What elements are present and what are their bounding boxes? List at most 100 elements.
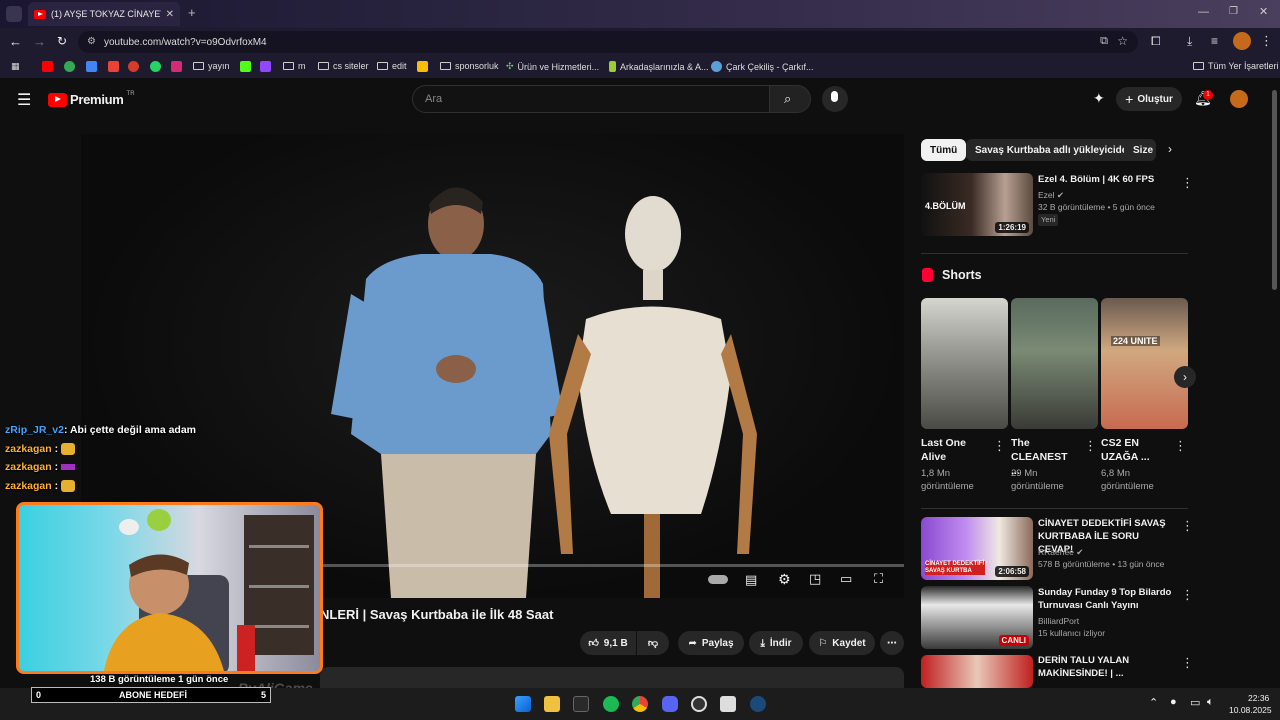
bookmark-m[interactable]: m <box>283 61 306 71</box>
autoplay-toggle[interactable] <box>708 575 728 584</box>
short-thumbnail[interactable]: 224 UNITE <box>1101 298 1188 429</box>
search-input[interactable]: Ara <box>412 85 770 113</box>
fullscreen-icon[interactable]: ⛶ <box>874 571 883 587</box>
bookmark-maps[interactable] <box>64 61 75 72</box>
close-tab-icon[interactable]: ✕ <box>166 9 174 20</box>
more-options-icon[interactable] <box>1181 518 1194 534</box>
file-explorer-icon[interactable] <box>544 696 560 712</box>
bookmark-drive[interactable] <box>417 61 428 72</box>
video-thumbnail[interactable]: CİNAYET DEDEKTİFİ SAVAŞ KURTBA 2:06:58 <box>921 517 1033 580</box>
video-title[interactable]: DERİN TALU YALAN MAKİNESİNDE! | ... <box>1038 654 1173 680</box>
channel-name[interactable]: BilliardPort <box>1038 615 1079 627</box>
bookmark-whatsapp[interactable] <box>150 61 161 72</box>
install-icon[interactable]: ⧉ <box>1100 35 1108 48</box>
forward-icon[interactable]: → <box>33 34 46 49</box>
hamburger-menu-icon[interactable]: ☰ <box>17 90 31 110</box>
bookmark-translate[interactable] <box>86 61 97 72</box>
tray-chevron-icon[interactable]: ⌃ <box>1149 696 1158 709</box>
shorts-next-button[interactable]: › <box>1174 366 1196 388</box>
bookmark-kick[interactable] <box>240 61 251 72</box>
reload-icon[interactable]: ↻ <box>57 34 67 48</box>
channel-name[interactable]: RRaenee ✔ <box>1038 546 1083 558</box>
tray-mic-icon[interactable]: ● <box>1170 696 1177 708</box>
theater-mode-icon[interactable]: ▭ <box>840 571 852 587</box>
new-tab-button[interactable]: + <box>188 5 196 20</box>
bookmark-gmail[interactable] <box>108 61 119 72</box>
more-options-icon[interactable] <box>1181 587 1194 603</box>
bookmark-star-icon[interactable]: ☆ <box>1117 34 1128 48</box>
media-icon[interactable]: ≡ <box>1211 34 1218 48</box>
youtube-premium-logo[interactable]: Premium TR <box>48 91 135 107</box>
more-options-icon[interactable] <box>1181 175 1194 191</box>
site-info-icon[interactable]: ⚙ <box>87 36 96 47</box>
channel-name[interactable]: Ezel ✔ <box>1038 189 1064 201</box>
address-bar[interactable]: ⚙ youtube.com/watch?v=o9OdvrfoxM4 ⧉ ☆ <box>78 31 1138 53</box>
bookmark-arkadas[interactable]: Arkadaşlarınızla & A... <box>609 61 709 72</box>
all-bookmarks[interactable]: Tüm Yer İşaretleri <box>1193 61 1279 71</box>
video-title[interactable]: Sunday Funday 9 Top Bilardo Turnuvası Ca… <box>1038 586 1173 612</box>
bookmark-youtube[interactable] <box>42 61 53 72</box>
obs-icon[interactable] <box>691 696 707 712</box>
discord-icon[interactable] <box>662 696 678 712</box>
tab-search-button[interactable] <box>6 6 22 22</box>
ai-sparkle-icon[interactable]: ✦ <box>1093 90 1105 107</box>
voice-search-button[interactable] <box>822 86 848 112</box>
chip-all[interactable]: Tümü <box>921 139 967 161</box>
chip-for-you[interactable]: Size <box>1124 139 1156 161</box>
miniplayer-icon[interactable]: ◳ <box>809 571 821 587</box>
chip-uploader[interactable]: Savaş Kurtbaba adlı yükleyiciden <box>966 139 1143 161</box>
close-window-button[interactable]: ✕ <box>1259 5 1268 18</box>
download-icon[interactable]: ⤓ <box>1187 34 1192 49</box>
video-thumbnail[interactable] <box>921 655 1033 688</box>
browser-menu-icon[interactable]: ⋮ <box>1260 33 1273 49</box>
bookmark-yayin[interactable]: yayın <box>193 61 230 71</box>
bookmark-sponsorluk[interactable]: sponsorluk <box>440 61 499 71</box>
video-thumbnail[interactable]: CANLI <box>921 586 1033 649</box>
video-thumbnail[interactable]: 4.BÖLÜM 1:26:19 <box>921 173 1033 236</box>
browser-tab[interactable]: (1) AYŞE TOKYAZ CİNAYETİNİN ✕ <box>28 2 180 26</box>
apps-icon[interactable]: ▦ <box>11 61 20 72</box>
spotify-icon[interactable] <box>603 696 619 712</box>
bookmark-edit[interactable]: edit <box>377 61 407 71</box>
share-button[interactable]: ➦ Paylaş <box>678 631 744 655</box>
short-thumbnail[interactable] <box>921 298 1008 429</box>
maximize-button[interactable]: ❐ <box>1229 6 1238 17</box>
bookmark-instagram[interactable] <box>171 61 182 72</box>
extensions-icon[interactable]: ⧠ <box>1151 34 1161 49</box>
more-options-icon[interactable] <box>993 438 1006 454</box>
chips-next-icon[interactable]: › <box>1168 142 1172 156</box>
create-button[interactable]: + Oluştur <box>1116 87 1182 111</box>
save-button[interactable]: ⚐ Kaydet <box>809 631 875 655</box>
bookmark-telegram[interactable] <box>128 61 139 72</box>
minimize-button[interactable]: — <box>1198 6 1209 18</box>
description-box[interactable] <box>320 667 904 689</box>
steam-icon[interactable] <box>750 696 766 712</box>
settings-gear-icon[interactable]: ⚙ <box>778 571 791 588</box>
download-button[interactable]: ⤓ İndir <box>749 631 803 655</box>
chrome-icon[interactable] <box>632 696 648 712</box>
more-options-icon[interactable] <box>1181 655 1194 671</box>
back-icon[interactable]: ← <box>9 34 22 49</box>
taskbar-time[interactable]: 22:36 <box>1248 693 1269 703</box>
short-title[interactable]: CS2 EN UZAĞA ... <box>1101 436 1163 464</box>
taskbar-date[interactable]: 10.08.2025 <box>1229 705 1272 715</box>
bookmark-cs-siteler[interactable]: cs siteler <box>318 61 369 71</box>
dislike-button[interactable]: 👎︎ <box>637 631 669 655</box>
account-avatar[interactable] <box>1230 90 1248 108</box>
bookmark-twitch[interactable] <box>260 61 271 72</box>
bookmark-cark[interactable]: Çark Çekiliş - Çarkıf... <box>711 61 814 72</box>
more-options-icon[interactable] <box>1174 438 1187 454</box>
tray-volume-icon[interactable]: 🔈︎ <box>1207 696 1214 709</box>
start-windows-icon[interactable] <box>515 696 531 712</box>
more-options-icon[interactable] <box>1084 438 1097 454</box>
tray-display-icon[interactable]: ▭ <box>1190 696 1200 709</box>
like-button[interactable]: 👍︎ 9,1 B <box>580 631 636 655</box>
terminal-icon[interactable] <box>573 696 589 712</box>
app-icon[interactable] <box>720 696 736 712</box>
short-title[interactable]: Last One Alive <box>921 436 987 464</box>
short-thumbnail[interactable] <box>1011 298 1098 429</box>
page-scrollbar[interactable] <box>1272 90 1277 290</box>
video-title[interactable]: Ezel 4. Bölüm | 4K 60 FPS <box>1038 173 1173 186</box>
search-button[interactable]: ⌕ <box>769 85 811 113</box>
bookmark-urun[interactable]: ✣ Ürün ve Hizmetleri... <box>506 61 599 72</box>
